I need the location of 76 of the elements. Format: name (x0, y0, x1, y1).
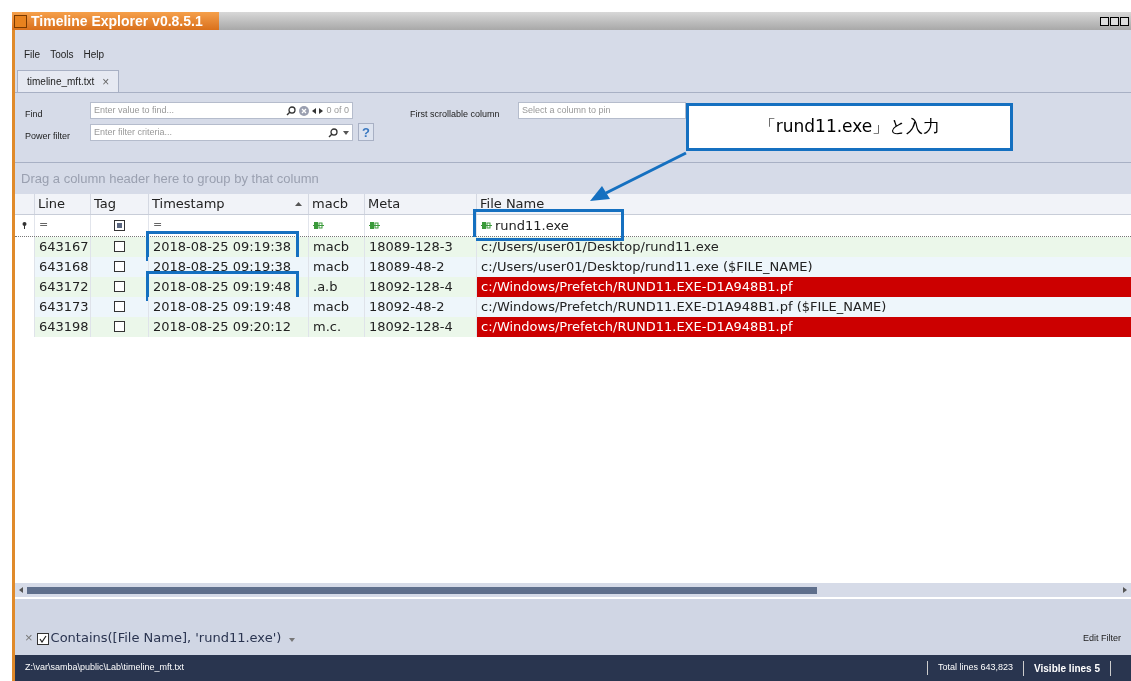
field-label: Find (25, 108, 43, 121)
table-cell: .a.b (308, 277, 364, 297)
scroll-right-icon[interactable] (1123, 587, 1127, 593)
next-icon[interactable] (319, 107, 324, 114)
table-cell: 643172 (34, 277, 90, 297)
table-cell-text: 2018-08-25 09:19:38 (153, 258, 292, 276)
column-header[interactable]: Tag (90, 194, 148, 214)
window-title: Timeline Explorer v0.8.5.1 (31, 14, 203, 28)
search-icon[interactable] (328, 127, 338, 138)
checkbox[interactable] (114, 261, 125, 273)
menu-item[interactable]: File (24, 50, 41, 70)
table-cell: m.c. (308, 317, 364, 337)
table-cell: c:/Windows/Prefetch/RUND11.EXE-D1A948B1.pf (476, 317, 1131, 337)
scrollbar[interactable] (15, 583, 1131, 597)
menu-item[interactable]: Tools (50, 50, 74, 70)
sort-icon[interactable] (295, 202, 302, 206)
help-button[interactable]: ? (358, 123, 374, 141)
table-cell: c:/Users/user01/Desktop/rund11.exe (476, 237, 1131, 257)
checkbox[interactable] (114, 321, 125, 333)
table-cell: 643198 (34, 317, 90, 337)
edit-filter-link[interactable]: Edit Filter (1083, 631, 1121, 645)
column-header[interactable]: Timestamp (148, 194, 308, 214)
menu-item[interactable]: Help (83, 50, 105, 70)
field-label: Power filter (25, 130, 70, 143)
column-header[interactable]: Line (34, 194, 90, 214)
table-cell: macb (308, 237, 364, 257)
dropdown-icon[interactable] (289, 638, 296, 642)
previous-icon[interactable] (312, 107, 317, 114)
table-cell: c:/Users/user01/Desktop/rund11.exe ($FILE_NAME) (476, 257, 1131, 277)
table-cell: 643168 (34, 257, 90, 277)
checkbox[interactable] (36, 633, 49, 645)
table-cell: 18092-48-2 (364, 297, 476, 317)
table-cell: 18092-128-4 (364, 277, 476, 297)
callout-box: 「rund11.exe」と入力 (686, 103, 1013, 151)
column-header[interactable]: Meta (364, 194, 476, 214)
filter-expression[interactable]: Contains([File Name], 'rund11.exe') (50, 627, 282, 647)
table-cell: 643167 (34, 237, 90, 257)
file-path: Z:\var\samba\public\Lab\timeline_mft.txt (24, 661, 185, 675)
table-cell: c:/Windows/Prefetch/RUND11.EXE-D1A948B1.pf (476, 277, 1131, 297)
table-cell-text: 2018-08-25 09:20:12 (153, 318, 292, 336)
total-lines-count: Total lines 643,823 (926, 661, 1024, 675)
pin-icon (22, 222, 27, 229)
group-panel-hint: Drag a column header here to group by that column (21, 169, 319, 188)
close-icon[interactable] (1120, 16, 1129, 26)
checkbox[interactable] (114, 301, 125, 313)
table-cell: 643173 (34, 297, 90, 317)
app-icon (14, 14, 27, 28)
minimize-icon[interactable] (1100, 16, 1109, 26)
table-cell: macb (308, 297, 364, 317)
table-cell-text: 2018-08-25 09:19:48 (153, 278, 292, 296)
tristate-checkbox[interactable] (114, 220, 125, 231)
match-count: 0 of 0 (326, 103, 349, 117)
close-icon[interactable]: × (102, 72, 110, 91)
text-filter-icon[interactable] (313, 221, 324, 230)
filter-value[interactable]: rund11.exe (495, 215, 569, 236)
table-cell: c:/Windows/Prefetch/RUND11.EXE-D1A948B1.pf ($FILE_NAME) (476, 297, 1131, 317)
table-cell: 18092-128-4 (364, 317, 476, 337)
table-cell-text: 2018-08-25 09:19:38 (153, 238, 292, 256)
checkbox[interactable] (114, 281, 125, 293)
operator-text[interactable]: = (153, 217, 163, 234)
table-cell-text: 2018-08-25 09:19:48 (153, 298, 292, 316)
operator-text[interactable]: = (39, 217, 49, 234)
maximize-icon[interactable] (1110, 16, 1119, 26)
field-label: First scrollable column (410, 108, 500, 121)
tab[interactable]: timeline_mft.txt × (17, 70, 120, 92)
search-icon[interactable] (286, 105, 297, 116)
dropdown-icon[interactable] (343, 130, 349, 135)
table-cell: 18089-48-2 (364, 257, 476, 277)
scroll-left-icon[interactable] (19, 587, 23, 593)
text-filter-icon[interactable] (481, 221, 492, 230)
text-filter-icon[interactable] (369, 221, 380, 230)
table-cell: 18089-128-3 (364, 237, 476, 257)
checkbox[interactable] (114, 241, 125, 253)
table-cell: macb (308, 257, 364, 277)
column-header[interactable]: macb (308, 194, 364, 214)
visible-lines-count: Visible lines 5 (1023, 660, 1111, 676)
